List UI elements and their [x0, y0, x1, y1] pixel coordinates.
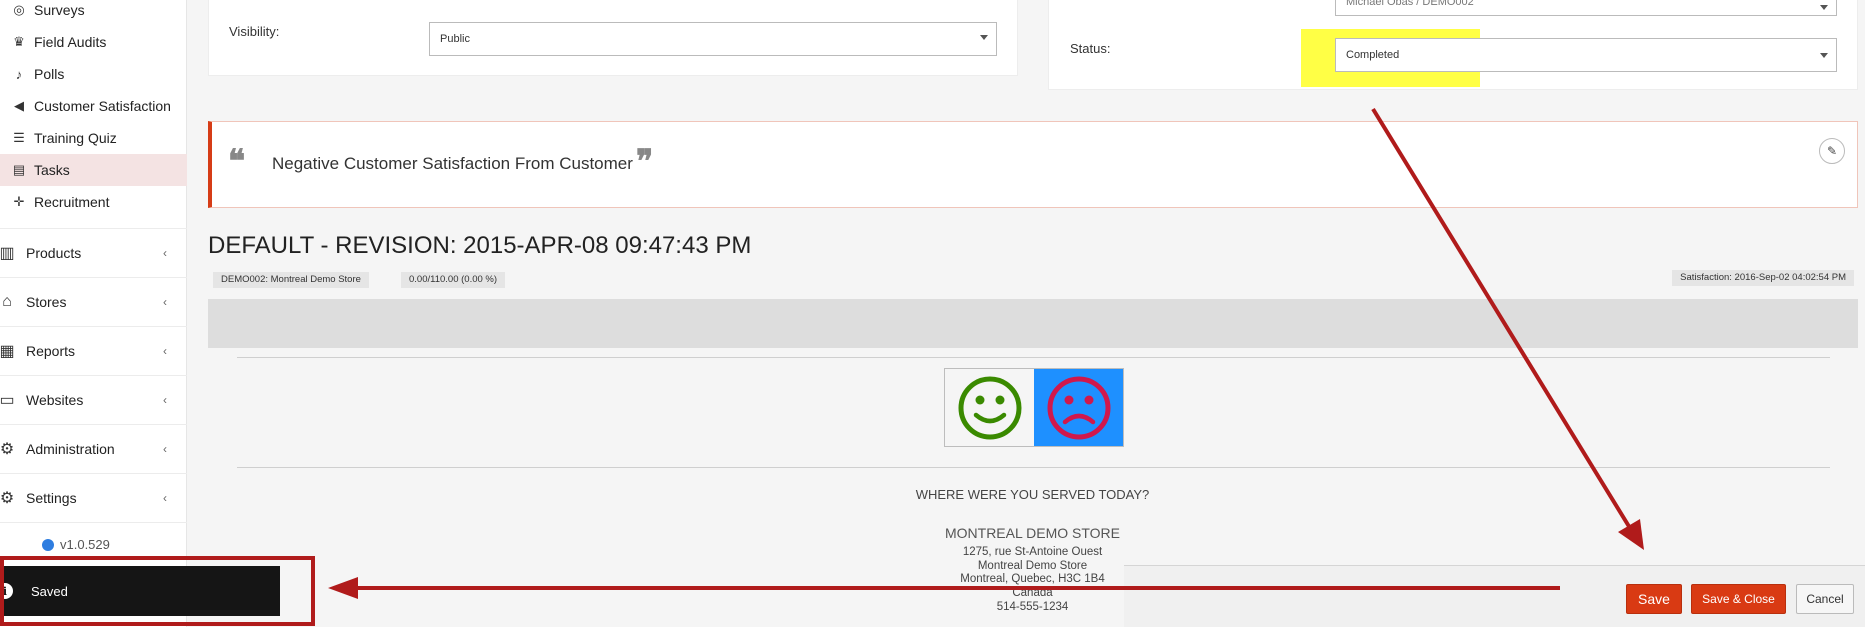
annotation-arrows: [328, 107, 1644, 599]
arrow-save-to-toast: [328, 577, 1560, 599]
arrow-status-to-save: [1371, 107, 1644, 550]
